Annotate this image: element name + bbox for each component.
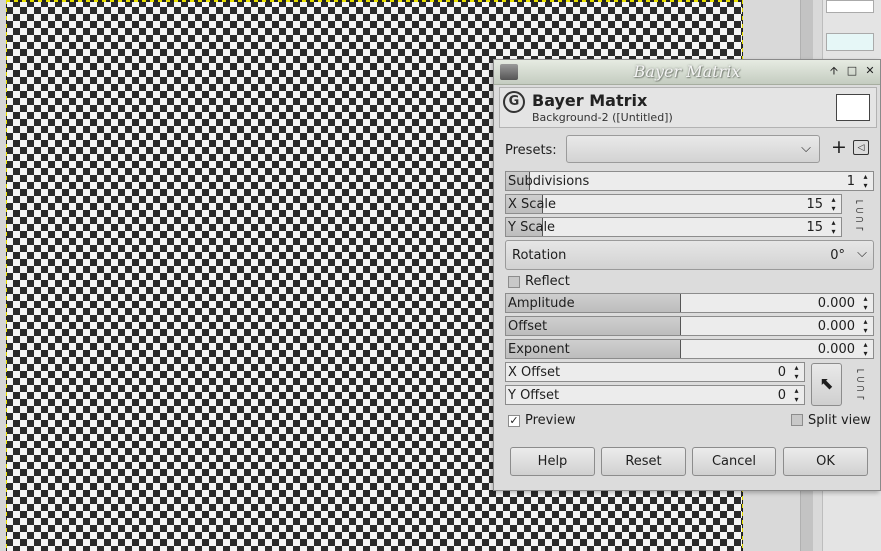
preview-label: Preview [525, 413, 576, 428]
chevron-down-icon: ⌵ [857, 246, 867, 261]
canvas-boundary-top [6, 0, 743, 2]
presets-label: Presets: [505, 143, 557, 158]
dock-thumbnail[interactable] [826, 0, 874, 13]
rotation-label: Rotation [512, 248, 567, 263]
subdivisions-stepper[interactable]: ▴ ▾ [858, 172, 873, 190]
cancel-button[interactable]: Cancel [692, 447, 776, 476]
shade-window-button[interactable]: 🡩 [827, 64, 841, 78]
canvas-boundary-left [6, 0, 7, 551]
chevron-down-icon: ⌵ [801, 141, 811, 156]
close-window-button[interactable]: ✕ [863, 64, 877, 78]
chain-link-icon[interactable]: ⌐ ⊂ ⊃ ¬ [855, 196, 864, 234]
y-scale-label: Y Scale [508, 220, 556, 235]
x-offset-stepper[interactable]: ▴ ▾ [789, 363, 804, 381]
y-offset-spinbutton[interactable]: Y Offset 0 ▴ ▾ [505, 385, 805, 405]
drawable-preview-swatch [836, 94, 870, 121]
chain-link-icon[interactable]: ⌐ ⊂ ⊃ ¬ [856, 365, 865, 403]
plus-icon[interactable]: + [831, 137, 847, 157]
amplitude-value: 0.000 [817, 296, 855, 311]
procedure-header: G Bayer Matrix Background-2 ([Untitled]) [499, 87, 877, 128]
reflect-label: Reflect [525, 274, 570, 289]
offset-value: 0.000 [817, 319, 855, 334]
x-offset-label: X Offset [508, 365, 561, 380]
preview-checkbox[interactable]: ✓ [508, 415, 520, 427]
y-offset-value: 0 [777, 388, 786, 403]
ok-button[interactable]: OK [783, 447, 868, 476]
exponent-value: 0.000 [817, 342, 855, 357]
amplitude-spinscale[interactable]: Amplitude 0.000 ▴ ▾ [505, 293, 874, 313]
y-scale-stepper[interactable]: ▴ ▾ [826, 218, 841, 236]
x-scale-stepper[interactable]: ▴ ▾ [826, 195, 841, 213]
offset-label: Offset [508, 319, 548, 334]
exponent-label: Exponent [508, 342, 570, 357]
y-scale-spinscale[interactable]: Y Scale 15 ▴ ▾ [505, 217, 842, 237]
maximize-window-button[interactable]: □ [845, 64, 859, 78]
x-offset-spinbutton[interactable]: X Offset 0 ▴ ▾ [505, 362, 805, 382]
y-scale-value: 15 [806, 220, 823, 235]
y-offset-label: Y Offset [508, 388, 560, 403]
x-scale-spinscale[interactable]: X Scale 15 ▴ ▾ [505, 194, 842, 214]
subdivisions-spinscale[interactable]: Subdivisions 1 ▴ ▾ [505, 171, 874, 191]
amplitude-label: Amplitude [508, 296, 575, 311]
rotation-value: 0° [830, 248, 845, 263]
reset-button[interactable]: Reset [601, 447, 686, 476]
x-offset-value: 0 [777, 365, 786, 380]
subdivisions-label: Subdivisions [508, 174, 590, 189]
dock-thumbnail[interactable] [826, 33, 874, 51]
x-scale-label: X Scale [508, 197, 557, 212]
help-button[interactable]: Help [510, 447, 595, 476]
offset-spinscale[interactable]: Offset 0.000 ▴ ▾ [505, 316, 874, 336]
rotation-dropdown[interactable]: Rotation 0° ⌵ [505, 240, 874, 270]
window-title: Bayer Matrix [633, 62, 741, 81]
split-view-checkbox[interactable] [791, 414, 803, 426]
exponent-spinscale[interactable]: Exponent 0.000 ▴ ▾ [505, 339, 874, 359]
exponent-stepper[interactable]: ▴ ▾ [858, 340, 873, 358]
split-view-label: Split view [808, 413, 871, 428]
reflect-checkbox[interactable] [508, 276, 520, 288]
offset-stepper[interactable]: ▴ ▾ [858, 317, 873, 335]
presets-dropdown[interactable]: ⌵ [566, 135, 820, 163]
pointer-icon: ⬉ [819, 374, 834, 394]
subdivisions-value: 1 [846, 174, 855, 189]
procedure-subtitle: Background-2 ([Untitled]) [532, 111, 673, 124]
procedure-title: Bayer Matrix [532, 91, 648, 110]
x-scale-value: 15 [806, 197, 823, 212]
pick-point-button[interactable]: ⬉ [811, 363, 842, 406]
dialog-titlebar[interactable]: Bayer Matrix 🡩 □ ✕ [494, 60, 880, 85]
bayer-matrix-dialog: Bayer Matrix 🡩 □ ✕ G Bayer Matrix Backgr… [493, 59, 881, 491]
triangle-left-icon[interactable]: ◁ [853, 140, 869, 155]
y-offset-stepper[interactable]: ▴ ▾ [789, 386, 804, 404]
amplitude-stepper[interactable]: ▴ ▾ [858, 294, 873, 312]
gimp-logo-icon: G [503, 91, 525, 113]
